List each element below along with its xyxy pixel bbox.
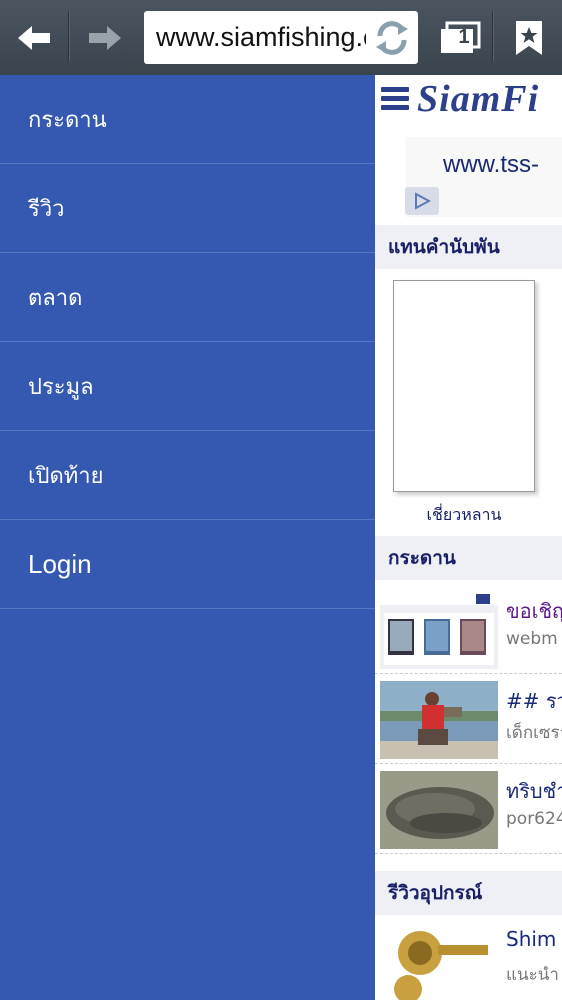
post-thumbnail xyxy=(380,591,498,669)
featured-thumbnail[interactable] xyxy=(393,280,535,492)
address-bar[interactable]: www.siamfishing.com xyxy=(144,11,418,64)
forward-arrow-icon xyxy=(89,25,121,50)
drawer-item-label: รีวิว xyxy=(28,196,65,222)
post-author: webm xyxy=(506,629,558,649)
ad-choices-icon[interactable] xyxy=(405,187,439,215)
drawer-item-login[interactable]: Login xyxy=(0,520,375,609)
post-author: por624 xyxy=(506,809,562,829)
ad-text[interactable]: www.tss- xyxy=(443,151,539,179)
thumbnail-caption[interactable]: เชี่ยวหลาน xyxy=(375,503,553,528)
back-button[interactable] xyxy=(0,0,68,75)
toolbar-divider xyxy=(68,12,70,62)
bookmark-star-icon xyxy=(516,20,542,55)
drawer-item-label: กระดาน xyxy=(28,107,107,133)
list-item[interactable]: Shim แนะนำ xyxy=(375,915,562,1000)
tab-count: 1 xyxy=(458,26,470,48)
navigation-drawer: กระดาน รีวิว ตลาด ประมูล เปิดท้าย Login xyxy=(0,75,375,1000)
drawer-item-market[interactable]: ตลาด xyxy=(0,253,375,342)
hamburger-menu-icon[interactable] xyxy=(381,87,409,111)
drawer-item-label: ประมูล xyxy=(28,374,94,400)
post-author: เด็กเซรา xyxy=(506,723,562,743)
drawer-item-label: ตลาด xyxy=(28,285,83,311)
post-title[interactable]: ## รว xyxy=(506,685,562,717)
drawer-item-board[interactable]: กระดาน xyxy=(0,75,375,164)
ad-banner[interactable]: www.tss- xyxy=(405,137,562,217)
post-thumbnail xyxy=(380,923,498,1000)
drawer-item-car-boot[interactable]: เปิดท้าย xyxy=(0,431,375,520)
site-logo[interactable]: SiamFi xyxy=(417,77,539,121)
site-header: SiamFi xyxy=(375,75,562,127)
section-heading-review: รีวิวอุปกรณ์ xyxy=(375,871,562,915)
post-title[interactable]: Shim xyxy=(506,927,556,951)
list-item[interactable]: ทริบชำ por624 xyxy=(375,763,562,854)
web-page-content: SiamFi www.tss- แทนคำนับพัน เชี่ยวหลาน ก… xyxy=(375,75,562,1000)
post-title[interactable]: ทริบชำ xyxy=(506,775,562,807)
refresh-icon[interactable] xyxy=(372,19,412,57)
section-heading-top: แทนคำนับพัน xyxy=(375,225,562,269)
list-item[interactable]: ขอเชิญ webm xyxy=(375,583,562,674)
browser-toolbar: www.siamfishing.com 1 xyxy=(0,0,562,76)
drawer-item-auction[interactable]: ประมูล xyxy=(0,342,375,431)
drawer-item-review[interactable]: รีวิว xyxy=(0,164,375,253)
list-item[interactable]: ## รว เด็กเซรา xyxy=(375,673,562,764)
post-title[interactable]: ขอเชิญ xyxy=(506,595,562,627)
section-heading-board: กระดาน xyxy=(375,536,562,580)
drawer-item-label: เปิดท้าย xyxy=(28,463,104,489)
toolbar-divider xyxy=(492,12,494,62)
post-author: แนะนำ xyxy=(506,965,559,985)
forward-button[interactable] xyxy=(71,0,139,75)
post-thumbnail xyxy=(380,771,498,849)
back-arrow-icon xyxy=(18,25,50,50)
drawer-item-label: Login xyxy=(28,548,92,579)
post-thumbnail xyxy=(380,681,498,759)
bookmark-button[interactable] xyxy=(495,0,562,75)
url-text[interactable]: www.siamfishing.com xyxy=(156,19,366,55)
tabs-button[interactable]: 1 xyxy=(426,0,494,75)
